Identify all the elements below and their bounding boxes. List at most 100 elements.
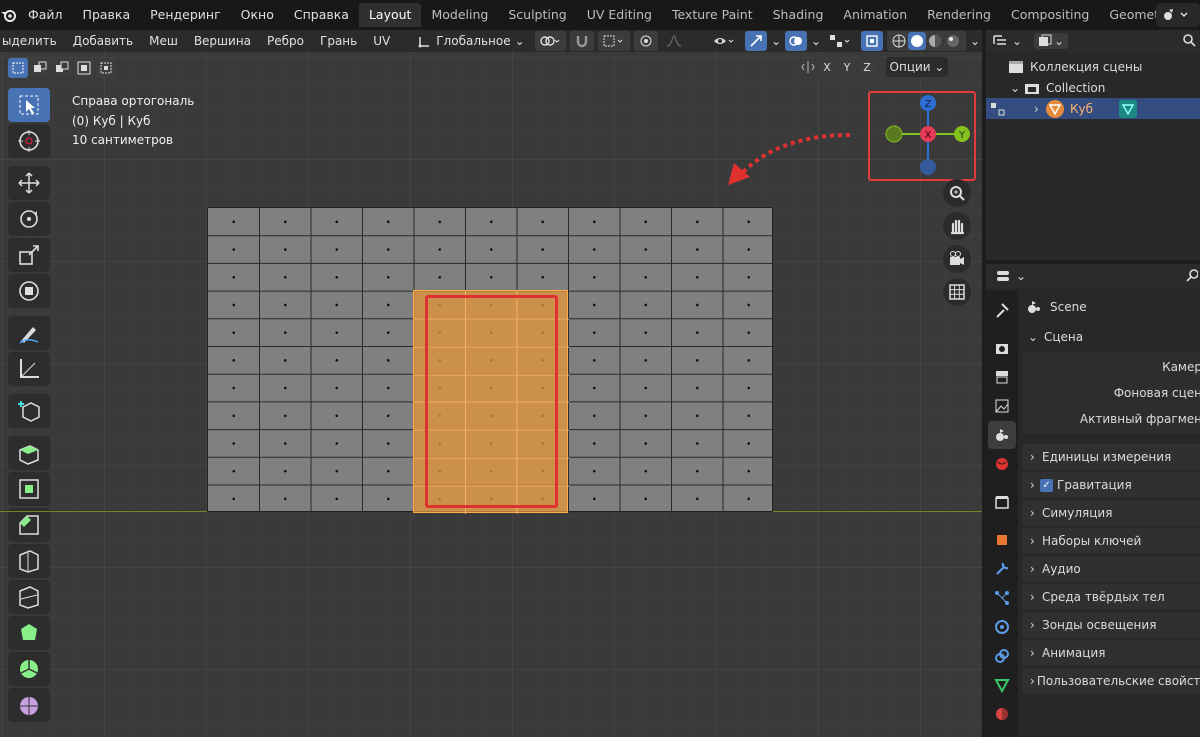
select-box-tool[interactable] [8, 88, 50, 122]
hand-pan-icon[interactable] [943, 212, 971, 240]
axis-y-toggle[interactable]: Y [838, 57, 856, 77]
outliner-collection[interactable]: ⌄ Collection [986, 77, 1200, 98]
tab-texture-paint[interactable]: Texture Paint [662, 3, 763, 27]
select-new-icon[interactable] [8, 58, 28, 78]
panel-animation[interactable]: › Анимация [1022, 640, 1200, 666]
blender-logo-icon[interactable] [0, 7, 18, 23]
chevron-right-icon[interactable]: › [1034, 102, 1046, 116]
scale-tool[interactable] [8, 238, 50, 272]
outliner-object-cube[interactable]: › Куб [986, 98, 1200, 119]
panel-scene[interactable]: ⌄ Сцена [1022, 324, 1200, 350]
menu-select[interactable]: ыделить [0, 34, 65, 48]
menu-vertex[interactable]: Вершина [186, 34, 259, 48]
rendered-shading-icon[interactable] [944, 32, 962, 50]
add-cube-tool[interactable] [8, 394, 50, 428]
gizmo-toggle-button[interactable] [745, 31, 768, 51]
mesh-edit-overlays-button[interactable] [825, 31, 857, 51]
camera-icon[interactable] [943, 245, 971, 273]
menu-help[interactable]: Справка [284, 0, 359, 30]
select-intersect-icon[interactable] [96, 58, 116, 78]
menu-add[interactable]: Добавить [65, 34, 141, 48]
modifier-tab-icon[interactable] [988, 555, 1016, 583]
menu-edit[interactable]: Правка [73, 0, 141, 30]
particles-tab-icon[interactable] [988, 584, 1016, 612]
editor-type-icon[interactable]: ⌄ [996, 269, 1026, 283]
render-tab-icon[interactable] [988, 334, 1016, 362]
select-extend-icon[interactable] [30, 58, 50, 78]
transform-tool[interactable] [8, 274, 50, 308]
panel-rigid-body-world[interactable]: › Среда твёрдых тел [1022, 584, 1200, 610]
annotate-tool[interactable] [8, 316, 50, 350]
outliner-scene-collection[interactable]: Коллекция сцены [986, 56, 1200, 77]
tool-tab-icon[interactable] [988, 296, 1016, 324]
rotate-tool[interactable] [8, 202, 50, 236]
spin-tool[interactable] [8, 652, 50, 686]
menu-file[interactable]: Файл [18, 0, 73, 30]
grid-view-icon[interactable] [943, 278, 971, 306]
measure-tool[interactable] [8, 352, 50, 386]
filter-icon[interactable]: ⌄ [1034, 33, 1069, 49]
tab-rendering[interactable]: Rendering [917, 3, 1001, 27]
panel-audio[interactable]: › Аудио [1022, 556, 1200, 582]
panel-units[interactable]: › Единицы измерения [1022, 444, 1200, 470]
solid-shading-icon[interactable] [908, 32, 927, 50]
tab-uv-editing[interactable]: UV Editing [577, 3, 662, 27]
menu-mesh[interactable]: Меш [141, 34, 186, 48]
navigation-gizmo[interactable]: Z X Y [868, 91, 976, 181]
3d-viewport[interactable]: ыделить Добавить Меш Вершина Ребро Грань… [0, 30, 982, 737]
object-tab-icon[interactable] [988, 526, 1016, 554]
chevron-down-icon[interactable]: ⌄ [769, 34, 783, 48]
move-tool[interactable] [8, 166, 50, 200]
tab-shading[interactable]: Shading [763, 3, 834, 27]
material-shading-icon[interactable] [926, 32, 944, 50]
snap-button[interactable] [570, 31, 595, 51]
select-subtract-icon[interactable] [52, 58, 72, 78]
search-icon[interactable] [1186, 268, 1199, 285]
output-tab-icon[interactable] [988, 363, 1016, 391]
proportional-edit-button[interactable] [634, 31, 658, 51]
display-mode-icon[interactable]: ⌄ [992, 34, 1022, 48]
chevron-down-icon[interactable]: ⌄ [809, 34, 823, 48]
tab-layout[interactable]: Layout [358, 3, 422, 27]
select-invert-icon[interactable] [74, 58, 94, 78]
visibility-button[interactable] [709, 31, 742, 51]
panel-custom-properties[interactable]: › Пользовательские свойств [1022, 668, 1200, 694]
menu-edge[interactable]: Ребро [259, 34, 312, 48]
tab-modeling[interactable]: Modeling [421, 3, 498, 27]
physics-tab-icon[interactable] [988, 613, 1016, 641]
inset-tool[interactable] [8, 472, 50, 506]
search-icon[interactable] [1182, 33, 1196, 50]
panel-keying-sets[interactable]: › Наборы ключей [1022, 528, 1200, 554]
zoom-icon[interactable] [943, 179, 971, 207]
axis-z-toggle[interactable]: Z [858, 57, 876, 77]
panel-gravity[interactable]: › ✓ Гравитация [1022, 472, 1200, 498]
menu-render[interactable]: Рендеринг [140, 0, 231, 30]
world-tab-icon[interactable] [988, 450, 1016, 478]
snap-target-button[interactable] [598, 31, 631, 51]
view-layer-tab-icon[interactable] [988, 392, 1016, 420]
transform-orientation-dropdown[interactable]: Глобальное ⌄ [398, 34, 532, 48]
smooth-tool[interactable] [8, 688, 50, 722]
xray-toggle-button[interactable] [860, 31, 883, 51]
menu-uv[interactable]: UV [365, 34, 398, 48]
wireframe-shading-icon[interactable] [890, 32, 908, 50]
pivot-point-button[interactable] [534, 31, 567, 51]
menu-window[interactable]: Окно [231, 0, 284, 30]
axis-x-toggle[interactable]: X [818, 57, 836, 77]
chevron-down-icon[interactable]: ⌄ [1010, 81, 1024, 95]
panel-light-probes[interactable]: › Зонды освещения [1022, 612, 1200, 638]
poly-build-tool[interactable] [8, 616, 50, 650]
collection-tab-icon[interactable] [988, 488, 1016, 516]
bevel-tool[interactable] [8, 508, 50, 542]
extrude-tool[interactable] [8, 436, 50, 470]
tab-compositing[interactable]: Compositing [1001, 3, 1099, 27]
falloff-button[interactable] [661, 31, 686, 51]
overlays-button[interactable] [785, 31, 807, 51]
menu-face[interactable]: Грань [312, 34, 365, 48]
scene-tab-icon[interactable] [988, 421, 1016, 449]
tab-animation[interactable]: Animation [833, 3, 917, 27]
data-tab-icon[interactable] [988, 671, 1016, 699]
material-tab-icon[interactable] [988, 700, 1016, 728]
loop-cut-tool[interactable] [8, 544, 50, 578]
scene-selector-button[interactable] [1156, 3, 1200, 27]
